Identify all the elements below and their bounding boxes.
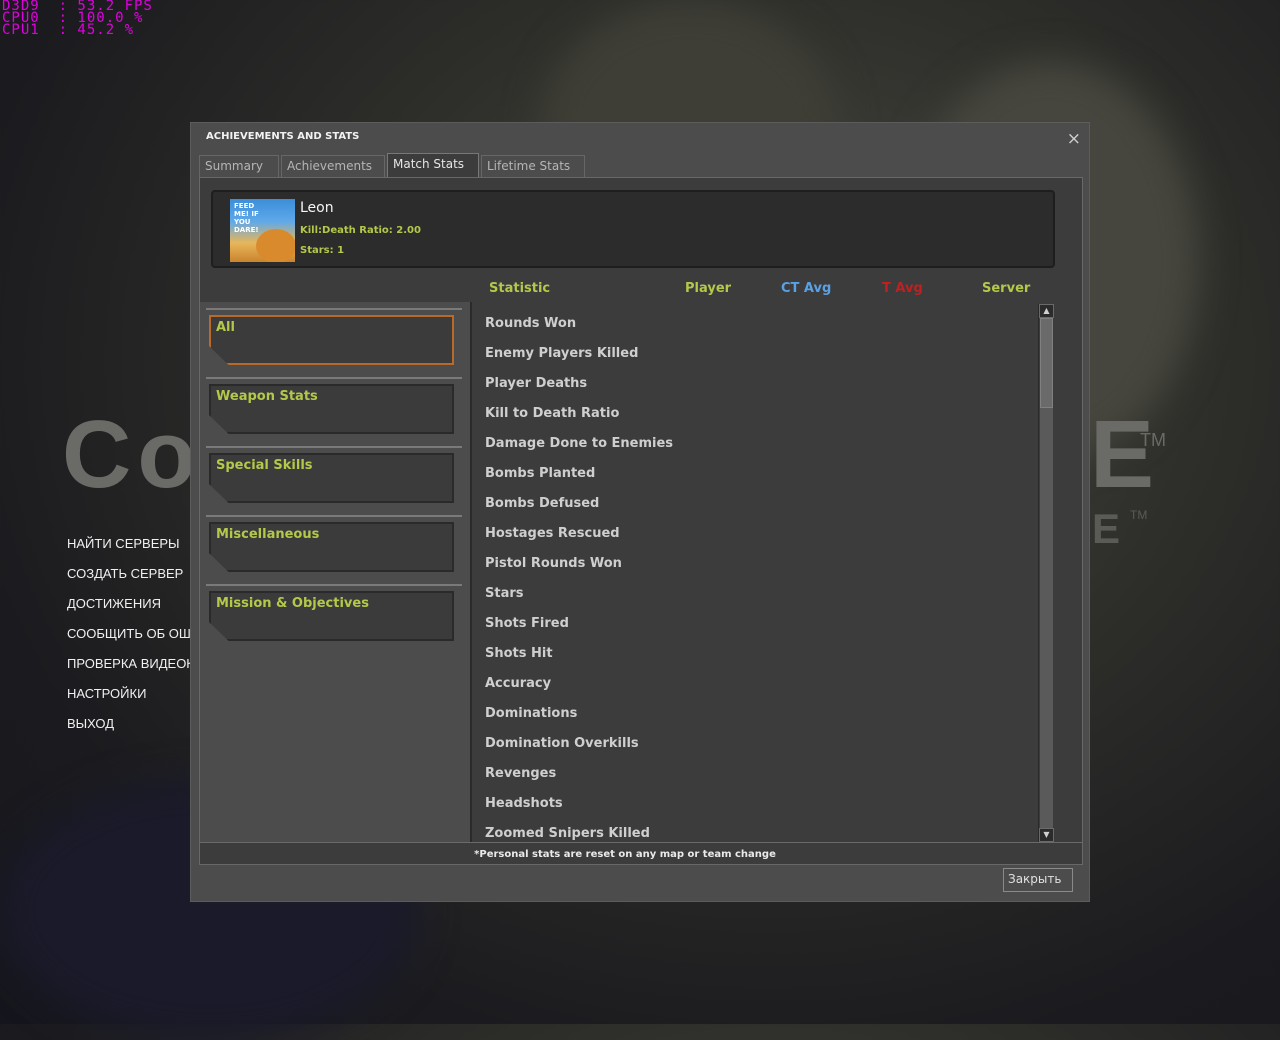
scrollbar[interactable]: ▲ ▼ <box>1038 304 1054 842</box>
stat-row: Shots Hit <box>485 646 553 661</box>
column-header-t-avg: T Avg <box>882 281 923 296</box>
column-header-statistic: Statistic <box>489 281 551 296</box>
close-icon[interactable]: × <box>1067 129 1081 149</box>
stat-row: Headshots <box>485 796 563 811</box>
scroll-down-icon[interactable]: ▼ <box>1039 828 1054 842</box>
main-menu-item-report-bug[interactable]: СООБЩИТЬ ОБ ОШИБКЕ <box>67 625 190 655</box>
tab-achievements[interactable]: Achievements <box>281 155 385 177</box>
player-kd-ratio: Kill:Death Ratio: 2.00 <box>300 225 421 236</box>
player-card: FEED ME! IF YOU DARE! Leon Kill:Death Ra… <box>211 190 1055 268</box>
scroll-up-icon[interactable]: ▲ <box>1039 304 1054 318</box>
statistics-list[interactable]: Rounds Won Enemy Players Killed Player D… <box>472 302 1045 842</box>
column-header-ct-avg: CT Avg <box>781 281 832 296</box>
game-logo-trademark: TM <box>1140 430 1166 450</box>
stat-row: Kill to Death Ratio <box>485 406 620 421</box>
stat-row: Shots Fired <box>485 616 569 631</box>
category-all[interactable]: All <box>206 308 462 370</box>
stat-row: Damage Done to Enemies <box>485 436 674 451</box>
category-divider <box>206 446 462 448</box>
stat-row: Enemy Players Killed <box>485 346 639 361</box>
tab-match-stats[interactable]: Match Stats <box>387 153 479 178</box>
category-label: Miscellaneous <box>216 527 320 542</box>
divider <box>200 842 1082 843</box>
stat-row: Revenges <box>485 766 557 781</box>
tab-lifetime-stats[interactable]: Lifetime Stats <box>481 155 585 177</box>
achievements-dialog: ACHIEVEMENTS AND STATS × Summary Achieve… <box>190 122 1090 902</box>
stat-row: Player Deaths <box>485 376 588 391</box>
dialog-title: ACHIEVEMENTS AND STATS <box>206 131 360 142</box>
category-label: Weapon Stats <box>216 389 318 404</box>
scroll-thumb[interactable] <box>1040 318 1053 408</box>
category-divider <box>206 377 462 379</box>
avatar: FEED ME! IF YOU DARE! <box>230 199 295 262</box>
stat-row: Hostages Rescued <box>485 526 620 541</box>
category-label: All <box>216 320 235 335</box>
game-logo-subtitle-trademark: TM <box>1130 508 1148 522</box>
category-divider <box>206 584 462 586</box>
player-name: Leon <box>300 200 334 216</box>
category-label: Special Skills <box>216 458 313 473</box>
avatar-caption: FEED ME! IF YOU DARE! <box>234 202 259 234</box>
main-menu-item-video-check[interactable]: ПРОВЕРКА ВИДЕОКАРТЫ <box>67 655 190 685</box>
main-menu-item-create-server[interactable]: СОЗДАТЬ СЕРВЕР <box>67 565 190 595</box>
stat-row: Domination Overkills <box>485 736 639 751</box>
game-logo-left: Co <box>62 401 202 508</box>
category-divider <box>206 308 462 310</box>
stat-row: Rounds Won <box>485 316 577 331</box>
stat-row: Zoomed Snipers Killed <box>485 826 650 841</box>
column-header-server: Server <box>982 281 1031 296</box>
tab-content: FEED ME! IF YOU DARE! Leon Kill:Death Ra… <box>199 177 1083 865</box>
stat-row: Dominations <box>485 706 578 721</box>
stats-reset-note: *Personal stats are reset on any map or … <box>474 849 776 860</box>
category-panel: All Weapon Stats Special Skills Miscella… <box>200 302 472 842</box>
category-weapon-stats[interactable]: Weapon Stats <box>206 377 462 439</box>
player-stars: Stars: 1 <box>300 245 345 256</box>
category-frame <box>209 315 454 365</box>
perf-line: CPU1 : 45.2 % <box>2 22 135 38</box>
stat-row: Stars <box>485 586 524 601</box>
category-miscellaneous[interactable]: Miscellaneous <box>206 515 462 577</box>
category-special-skills[interactable]: Special Skills <box>206 446 462 508</box>
game-logo-right: E <box>1090 401 1155 508</box>
category-label: Mission & Objectives <box>216 596 369 611</box>
stat-row: Bombs Planted <box>485 466 596 481</box>
close-button[interactable]: Закрыть <box>1003 868 1073 892</box>
performance-overlay: D3D9 : 53.2 FPS CPU0 : 100.0 % CPU1 : 45.2… <box>2 0 153 38</box>
category-mission-objectives[interactable]: Mission & Objectives <box>206 584 462 646</box>
column-header-player: Player <box>685 281 732 296</box>
main-menu: НАЙТИ СЕРВЕРЫ СОЗДАТЬ СЕРВЕР ДОСТИЖЕНИЯ … <box>67 535 190 745</box>
main-menu-item-achievements[interactable]: ДОСТИЖЕНИЯ <box>67 595 190 625</box>
tab-summary[interactable]: Summary <box>199 155 279 177</box>
stat-row: Accuracy <box>485 676 552 691</box>
game-logo-subtitle: E <box>1092 505 1121 552</box>
stat-row: Pistol Rounds Won <box>485 556 622 571</box>
category-divider <box>206 515 462 517</box>
main-menu-item-find-servers[interactable]: НАЙТИ СЕРВЕРЫ <box>67 535 190 565</box>
main-menu-item-settings[interactable]: НАСТРОЙКИ <box>67 685 190 715</box>
stat-row: Bombs Defused <box>485 496 600 511</box>
main-menu-item-exit[interactable]: ВЫХОД <box>67 715 190 745</box>
